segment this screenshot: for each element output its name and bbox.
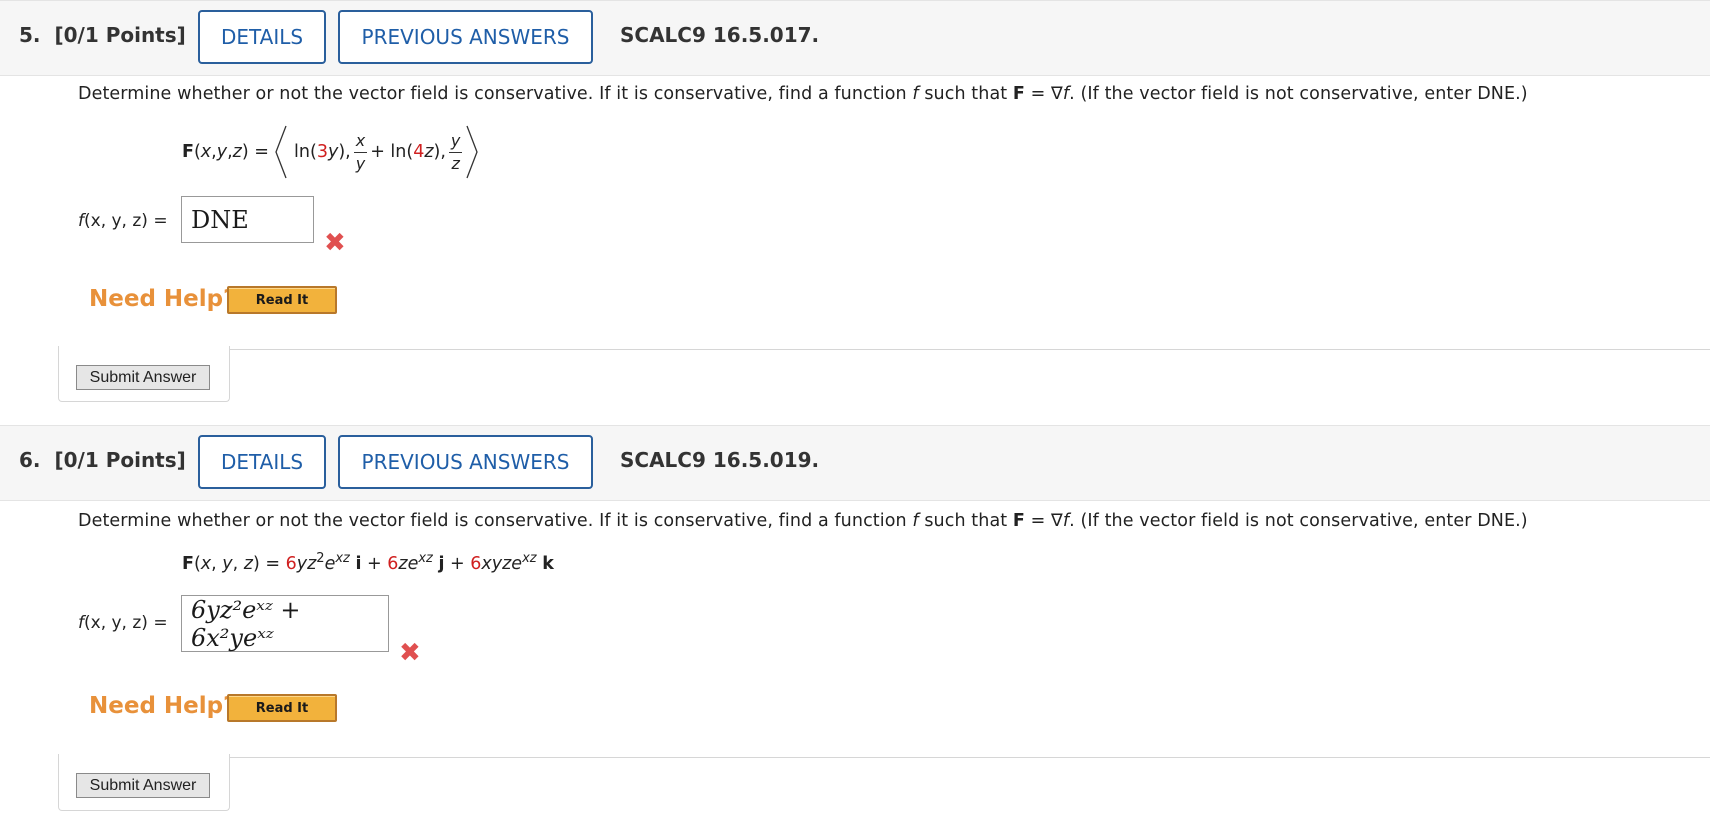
submit-answer-button[interactable]: Submit Answer <box>76 773 210 798</box>
question-prompt: Determine whether or not the vector fiel… <box>78 84 1528 104</box>
details-button[interactable]: DETAILS <box>198 435 326 489</box>
incorrect-x-icon: ✖ <box>399 638 421 668</box>
question-5-number: 5. [0/1 Points] <box>19 23 186 47</box>
vector-field-expression: F(x, y, z) = ln(3 y), xy + ln(4 z), yz <box>182 124 479 180</box>
read-it-button[interactable]: Read It <box>227 286 337 314</box>
previous-answers-button[interactable]: PREVIOUS ANSWERS <box>338 10 593 64</box>
question-code: SCALC9 16.5.017. <box>620 23 820 47</box>
question-prompt: Determine whether or not the vector fiel… <box>78 511 1528 531</box>
answer-input[interactable]: 6yz²eˣᶻ + 6x²yeˣᶻ <box>181 595 389 652</box>
question-code: SCALC9 16.5.019. <box>620 448 820 472</box>
answer-label: f(x, y, z) = <box>78 613 168 633</box>
need-help-label: Need Help? <box>89 286 237 312</box>
details-button[interactable]: DETAILS <box>198 10 326 64</box>
previous-answers-button[interactable]: PREVIOUS ANSWERS <box>338 435 593 489</box>
incorrect-x-icon: ✖ <box>324 228 346 258</box>
submit-answer-button[interactable]: Submit Answer <box>76 365 210 390</box>
question-5-header: 5. [0/1 Points] DETAILS PREVIOUS ANSWERS… <box>0 0 1710 76</box>
read-it-button[interactable]: Read It <box>227 694 337 722</box>
right-angle-bracket <box>466 125 479 179</box>
need-help-label: Need Help? <box>89 693 237 719</box>
left-angle-bracket <box>275 125 288 179</box>
question-6-header: 6. [0/1 Points] DETAILS PREVIOUS ANSWERS… <box>0 425 1710 501</box>
vector-field-expression: F(x, y, z) = 6yz2exz i + 6zexz j + 6xyze… <box>182 551 554 574</box>
card-divider <box>229 757 1710 758</box>
answer-label: f(x, y, z) = <box>78 211 168 231</box>
question-6-number: 6. [0/1 Points] <box>19 448 186 472</box>
answer-input[interactable]: DNE <box>181 196 314 243</box>
card-divider <box>229 349 1710 350</box>
